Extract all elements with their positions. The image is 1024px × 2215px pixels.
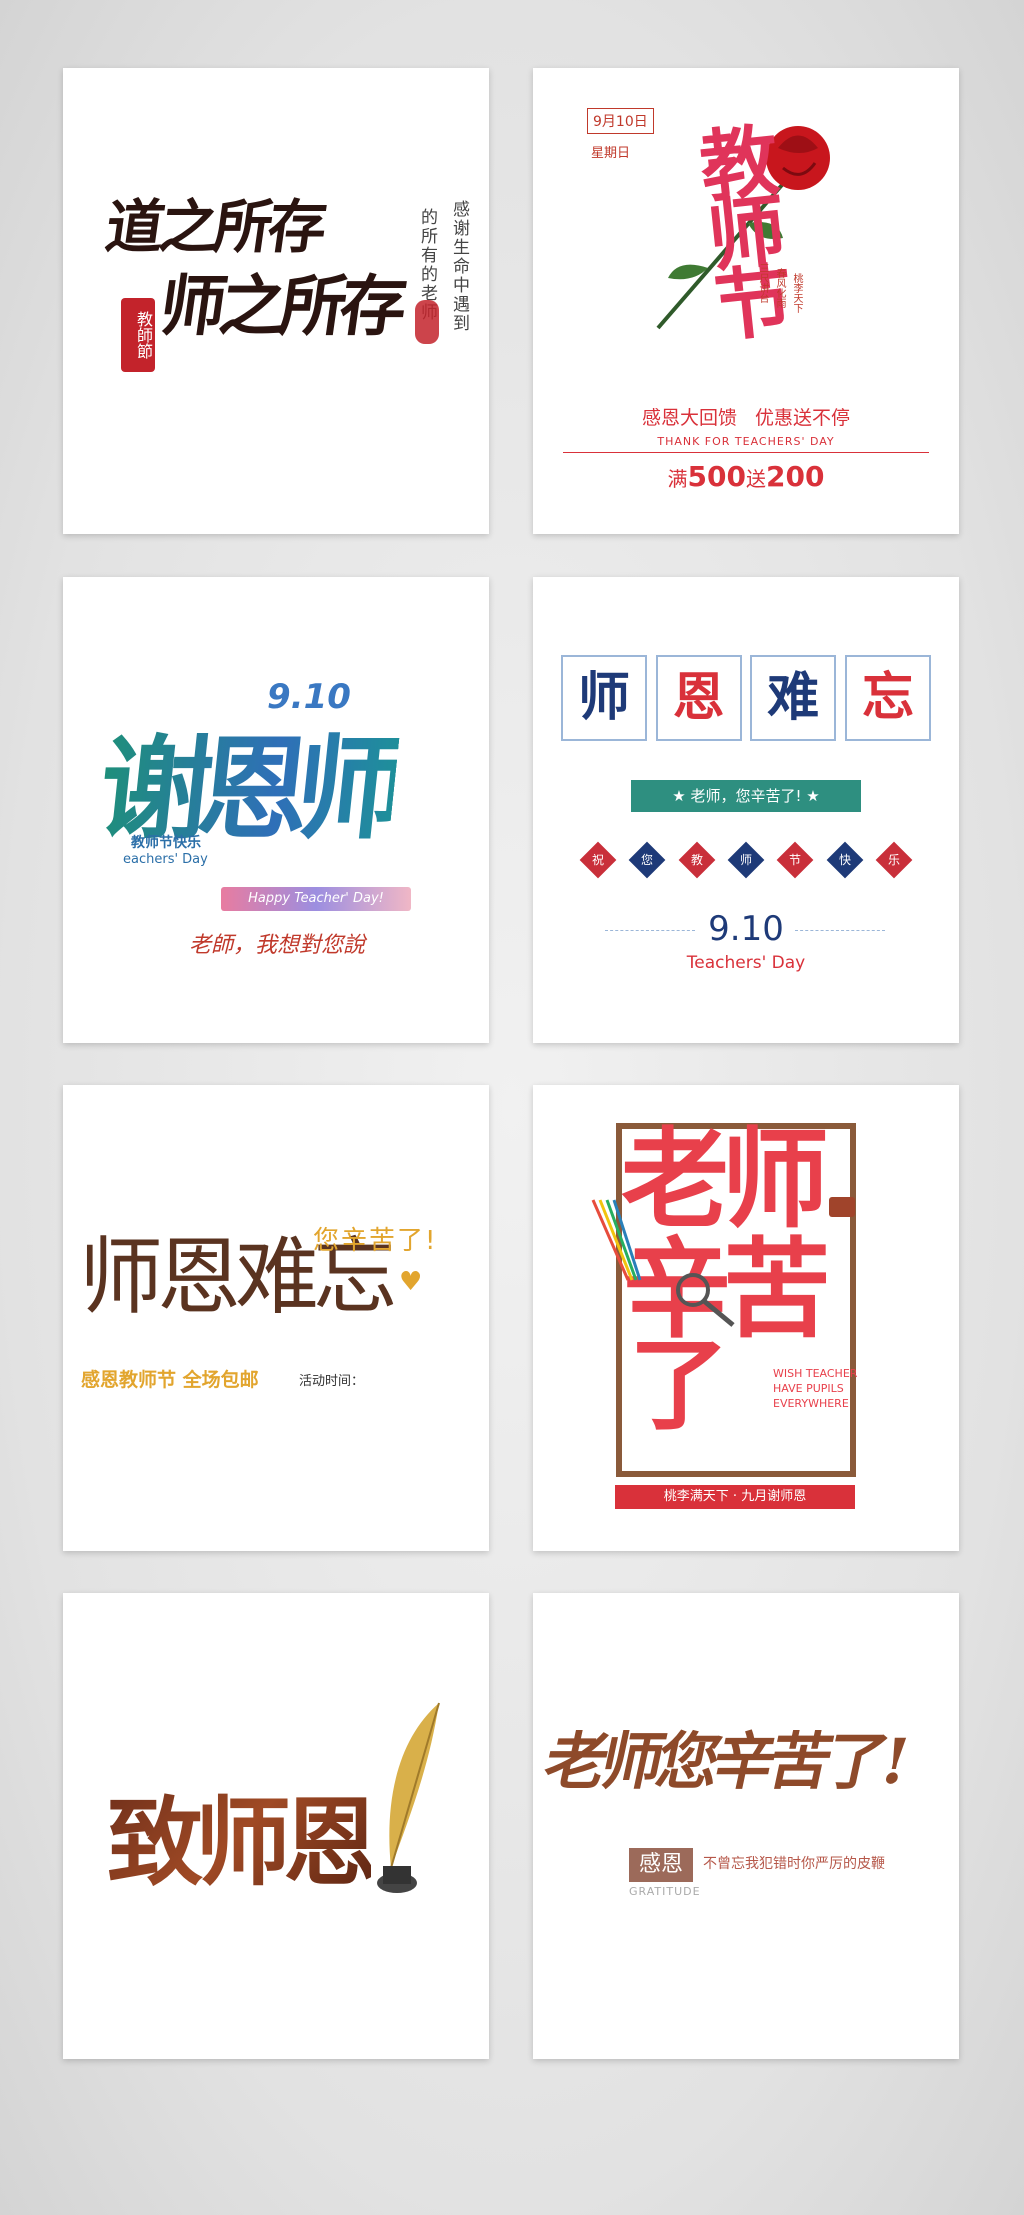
card-thank-teacher[interactable]: 9.10 谢恩师 教师节快乐 eachers' Day Happy Teache… xyxy=(63,577,489,1043)
card4-english: Teachers' Day xyxy=(686,953,806,973)
card2-offer-a: 500 xyxy=(687,460,746,493)
card4-diamond-1-label: 祝 xyxy=(591,853,604,867)
card4-diamond-1: 祝 xyxy=(579,841,617,879)
card-unforgettable[interactable]: 师 恩 难 忘 ★ 老师，您辛苦了! ★ 祝 您 教 师 节 快 乐 9.10 … xyxy=(533,577,959,1043)
card6-english-1: WISH TEACHER xyxy=(773,1367,858,1380)
card2-english: THANK FOR TEACHERS' DAY xyxy=(657,435,835,448)
card6-english-2: HAVE PUPILS xyxy=(773,1382,844,1395)
card1-red-stamp xyxy=(415,300,439,344)
card-teacher-worked-hard[interactable]: 老师 辛苦 了 WISH TEACHER HAVE PUPILS EVERYWH… xyxy=(533,1085,959,1551)
card2-divider xyxy=(563,452,929,453)
card8-badge-en: GRATITUDE xyxy=(629,1885,701,1898)
card2-small-vert-2: 春风化雨 xyxy=(774,268,785,308)
card-grace-unforgettable[interactable]: 师恩难忘 您辛苦了! ♥ 感恩教师节 全场包邮 活动时间： xyxy=(63,1085,489,1551)
card7-title: 致师恩 xyxy=(107,1765,379,1904)
card4-diamond-2: 您 xyxy=(628,841,666,879)
card1-seal: 教師節 xyxy=(121,298,155,372)
card5-time-label: 活动时间： xyxy=(299,1374,365,1389)
heart-icon: ♥ xyxy=(399,1267,423,1297)
card4-diamond-6-label: 快 xyxy=(838,853,851,867)
card8-title: 老师您辛苦了! xyxy=(538,1725,911,1798)
card1-line1: 道之所存 xyxy=(101,193,328,261)
card2-offer-prefix: 满 xyxy=(667,467,688,491)
card4-diamond-5-label: 节 xyxy=(789,853,802,867)
card4-diamond-5: 节 xyxy=(776,841,814,879)
card2-offer: 满500送200 xyxy=(533,460,959,493)
briefcase-icon xyxy=(829,1197,855,1217)
card5-promo: 感恩教师节 全场包邮 xyxy=(81,1369,259,1391)
card-teacher-you-worked-hard[interactable]: 老师您辛苦了! 感恩 GRATITUDE 不曾忘我犯错时你严厉的皮鞭 xyxy=(533,1593,959,2059)
card4-diamond-7: 乐 xyxy=(875,841,913,879)
quill-icon xyxy=(377,1702,440,1893)
card4-diamonds: 祝 您 教 师 节 快 乐 xyxy=(579,841,913,879)
card3-note: 老師，我想對您說 xyxy=(189,933,366,958)
card2-offer-mid: 送 xyxy=(746,467,766,491)
card6-line3: 了 xyxy=(629,1327,729,1444)
pencils-icon xyxy=(591,1199,642,1281)
card2-small-vert-3: 桃李天下 xyxy=(791,273,802,313)
card1-line2: 师之所存 xyxy=(154,267,406,345)
card2-small-vert-1: 三尺讲台 xyxy=(757,263,768,303)
card2-offer-b: 200 xyxy=(766,460,825,493)
card6-banner: 桃李满天下 · 九月谢师恩 xyxy=(615,1485,855,1509)
magnifier-icon xyxy=(676,1273,735,1327)
card4-diamond-2-label: 您 xyxy=(641,853,654,867)
card4-boxes: 师 恩 难 忘 xyxy=(561,655,931,741)
card8-badge: 感恩 xyxy=(629,1848,693,1882)
card6-line1: 老师 xyxy=(621,1118,829,1243)
card2-promo: 感恩大回馈 优惠送不停 xyxy=(641,407,851,429)
card4-diamond-7-label: 乐 xyxy=(887,853,900,867)
card4-date: 9.10 xyxy=(708,909,784,949)
card8-line: 不曾忘我犯错时你严厉的皮鞭 xyxy=(703,1856,885,1872)
card-rose-teachers-day[interactable]: 9月10日 星期日 教师节 三尺讲台 春风化雨 桃李天下 感恩大回馈 优惠送不停… xyxy=(533,68,959,534)
card4-diamond-6: 快 xyxy=(826,841,864,879)
card4-box-3: 难 xyxy=(750,655,837,741)
card3-banner: Happy Teacher' Day! xyxy=(221,887,411,911)
card6-english-3: EVERYWHERE xyxy=(773,1397,849,1410)
card4-box-2: 恩 xyxy=(655,655,742,741)
card4-diamond-3-label: 教 xyxy=(690,853,703,867)
card3-sub-cn: 教师节快乐 xyxy=(131,835,201,851)
card4-box-4: 忘 xyxy=(844,655,931,741)
card-to-teacher-grace[interactable]: 致师恩 xyxy=(63,1593,489,2059)
card4-box-1: 师 xyxy=(561,655,647,741)
card4-ribbon: ★ 老师，您辛苦了! ★ xyxy=(631,780,861,812)
card4-diamond-3: 教 xyxy=(678,841,716,879)
card3-sub-en: eachers' Day xyxy=(123,852,208,867)
card4-diamond-4: 师 xyxy=(727,841,765,879)
card2-weekday: 星期日 xyxy=(591,146,631,161)
card5-side: 您辛苦了! xyxy=(313,1226,438,1256)
card-calligraphy-dao[interactable]: 道之所存 师之所存 教師節 感谢生命中遇到 的所有的老师 xyxy=(63,68,489,534)
card1-vertical-1: 感谢生命中遇到 xyxy=(449,200,469,333)
card4-diamond-4-label: 师 xyxy=(739,853,752,867)
